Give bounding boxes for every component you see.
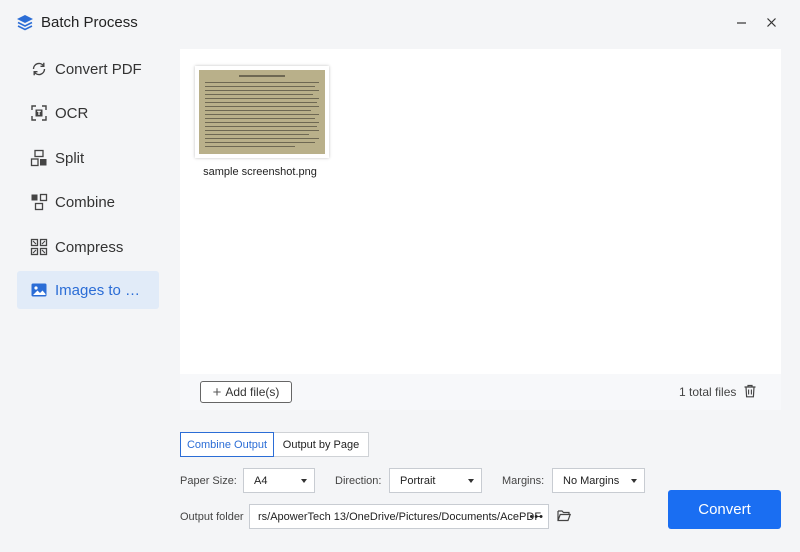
sidebar: Convert PDF OCR Split Combine Compress I… (0, 46, 172, 552)
margins-select[interactable]: No Margins (552, 468, 645, 493)
tab-combine-output[interactable]: Combine Output (180, 432, 274, 457)
combine-icon (30, 193, 48, 211)
convert-button[interactable]: Convert (668, 490, 781, 529)
compress-icon (30, 238, 48, 256)
sidebar-item-convert-pdf[interactable]: Convert PDF (17, 50, 159, 88)
sidebar-item-label: OCR (55, 104, 89, 122)
total-files-count: 1 total files (679, 385, 737, 399)
output-folder-label: Output folder (180, 511, 244, 523)
thumbnail-preview-image (199, 70, 325, 154)
tab-output-by-page[interactable]: Output by Page (274, 432, 369, 457)
sidebar-item-ocr[interactable]: OCR (17, 94, 159, 132)
ocr-icon (30, 104, 48, 122)
chevron-down-icon (631, 479, 637, 483)
direction-label: Direction: (335, 475, 382, 487)
window-title: Batch Process (41, 14, 138, 31)
add-files-label: Add file(s) (225, 385, 280, 399)
direction-value: Portrait (400, 474, 436, 487)
trash-icon[interactable] (743, 384, 757, 398)
sidebar-item-label: Images to … (55, 281, 141, 299)
paper-size-select[interactable]: A4 (243, 468, 315, 493)
minimize-button[interactable] (731, 12, 751, 32)
layers-app-icon (17, 15, 33, 31)
file-name: sample screenshot.png (203, 166, 317, 178)
file-thumbnail[interactable] (195, 66, 329, 158)
sidebar-item-label: Convert PDF (55, 60, 142, 78)
chevron-down-icon (301, 479, 307, 483)
plus-icon: + (212, 383, 222, 401)
sidebar-item-label: Split (55, 149, 85, 167)
convert-icon (30, 60, 48, 78)
paper-size-label: Paper Size: (180, 475, 237, 487)
paper-size-value: A4 (254, 474, 268, 487)
close-icon (766, 17, 776, 27)
chevron-down-icon (468, 479, 474, 483)
folder-open-icon[interactable] (557, 509, 571, 522)
add-files-button[interactable]: + Add file(s) (200, 381, 292, 403)
output-folder-path: rs/ApowerTech 13/OneDrive/Pictures/Docum… (258, 510, 542, 523)
sidebar-item-split[interactable]: Split (17, 139, 159, 177)
sidebar-item-combine[interactable]: Combine (17, 183, 159, 221)
more-options-button[interactable]: ••• (529, 511, 544, 523)
sidebar-item-compress[interactable]: Compress (17, 228, 159, 266)
sidebar-item-label: Compress (55, 238, 124, 256)
minimize-icon (736, 21, 746, 24)
title-bar: Batch Process (0, 0, 800, 46)
sidebar-item-images-to-pdf[interactable]: Images to … (17, 271, 159, 309)
close-button[interactable] (761, 12, 781, 32)
image-icon (30, 281, 48, 299)
margins-label: Margins: (502, 475, 545, 487)
sidebar-item-label: Combine (55, 193, 116, 211)
split-icon (30, 149, 48, 167)
direction-select[interactable]: Portrait (389, 468, 482, 493)
output-folder-field[interactable]: rs/ApowerTech 13/OneDrive/Pictures/Docum… (249, 504, 549, 529)
margins-value: No Margins (563, 474, 620, 487)
